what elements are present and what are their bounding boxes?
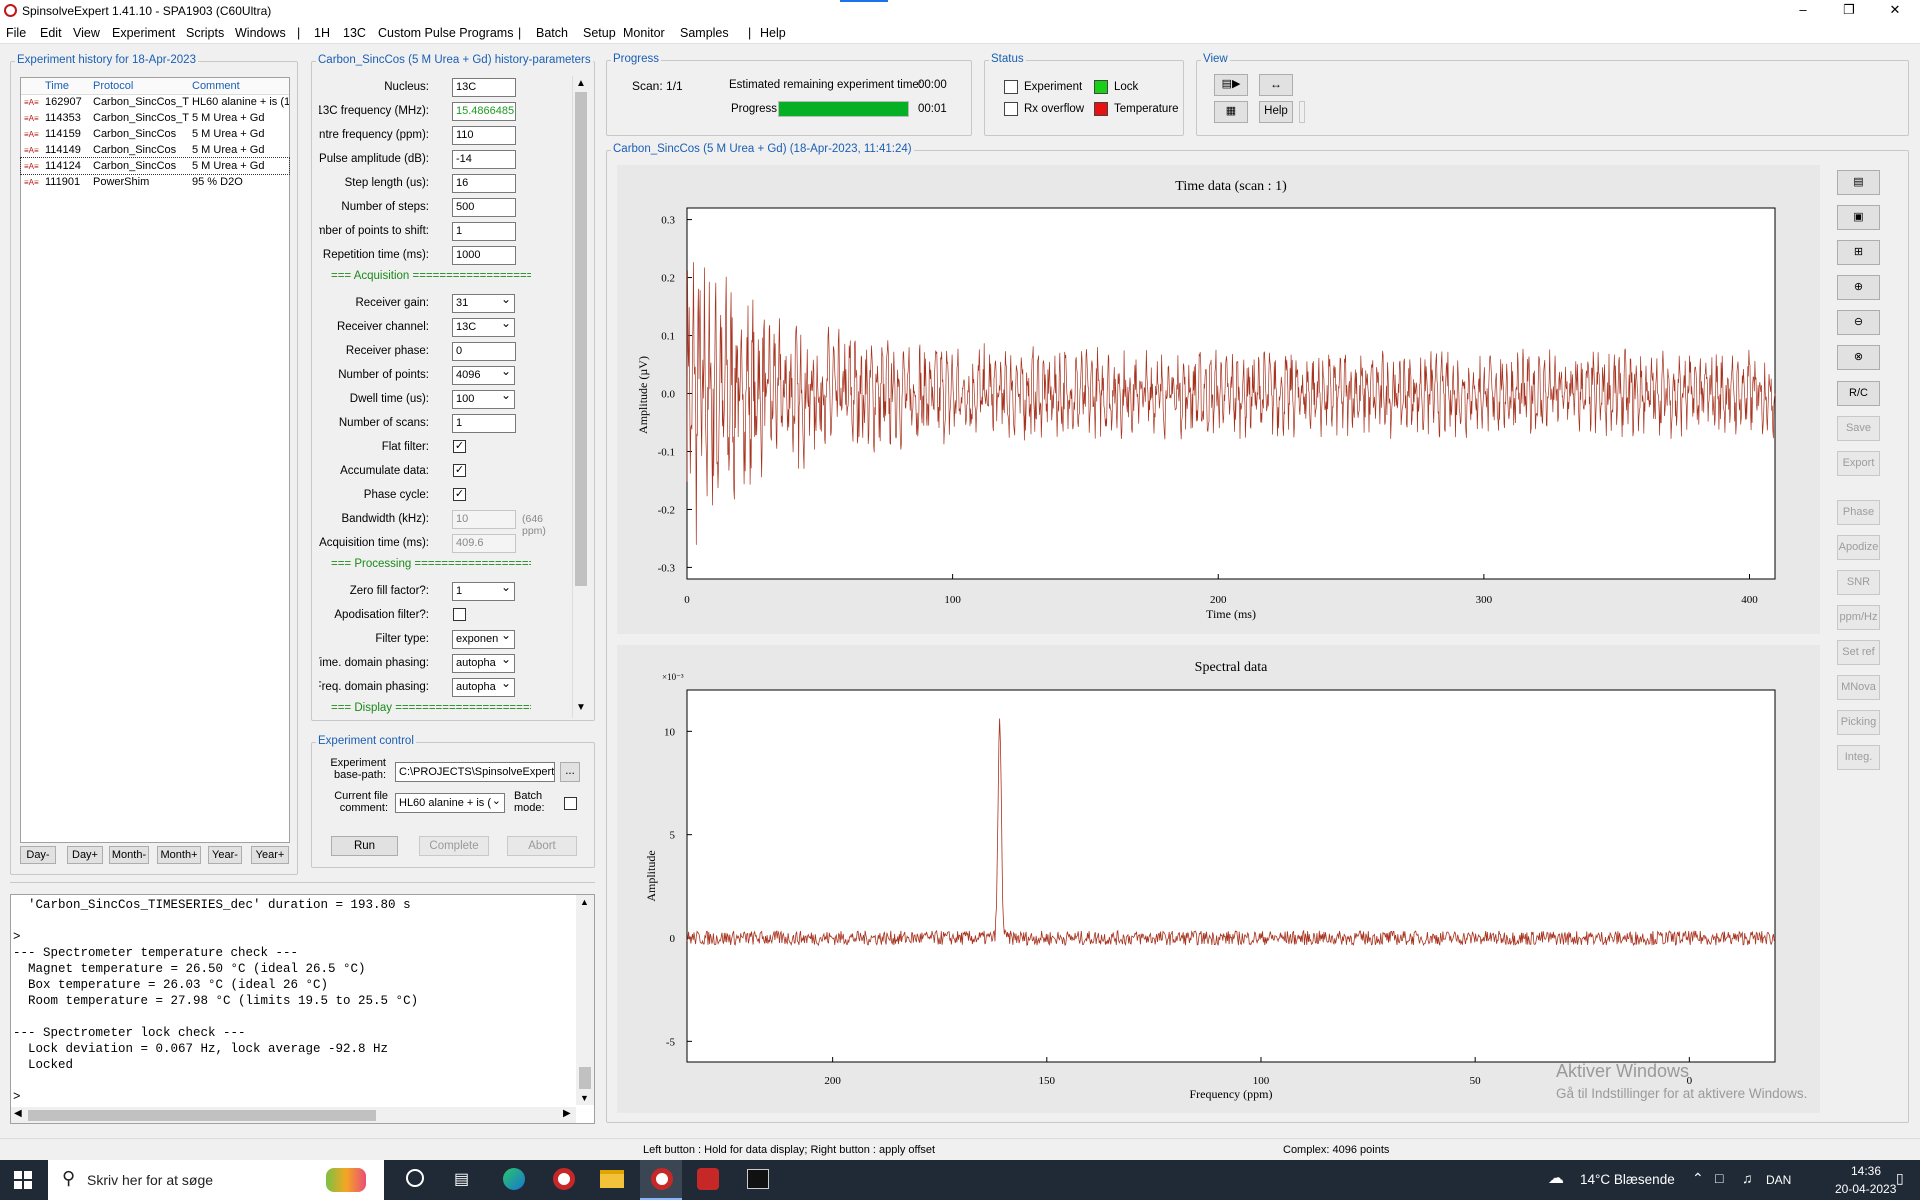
weather-icon: ☁ bbox=[1548, 1170, 1564, 1187]
zoom-in-icon[interactable]: ⊕ bbox=[1837, 275, 1880, 300]
notification-icon[interactable]: ▯ bbox=[1896, 1170, 1904, 1187]
tool-picking-button[interactable]: Picking bbox=[1837, 710, 1880, 735]
tool-mnova-button[interactable]: MNova bbox=[1837, 675, 1880, 700]
time-xtick-label: 100 bbox=[944, 594, 961, 606]
time-plot-title: Time data (scan : 1) bbox=[1175, 179, 1287, 194]
activation-watermark-text: Gå til Indstillinger for at aktivere Win… bbox=[1556, 1086, 1808, 1101]
clock-time[interactable]: 14:36 bbox=[1851, 1164, 1881, 1178]
app-icon-1[interactable] bbox=[553, 1168, 575, 1190]
search-highlight-icon bbox=[326, 1168, 366, 1192]
taskbar-search[interactable]: ⚲ Skriv her for at søge bbox=[48, 1160, 384, 1200]
spinsolve-glyph-icon bbox=[651, 1168, 673, 1190]
windows-start-icon[interactable] bbox=[14, 1171, 32, 1189]
status-points: Complex: 4096 points bbox=[1283, 1144, 1390, 1156]
tool-snr-button[interactable]: SNR bbox=[1837, 570, 1880, 595]
task-view-icon[interactable]: ▤ bbox=[454, 1169, 469, 1189]
tool-integ-button[interactable]: Integ. bbox=[1837, 745, 1880, 770]
spectrum-plot-frame bbox=[686, 689, 1776, 1063]
time-ytick-label: -0.2 bbox=[658, 504, 675, 516]
time-xtick-label: 400 bbox=[1741, 594, 1758, 606]
time-ytick-label: 0.0 bbox=[661, 389, 675, 401]
spectrum-ytick-label: 5 bbox=[670, 830, 676, 842]
spectrum-xtick-label: 100 bbox=[1253, 1075, 1270, 1087]
spectrum-plot-ylabel: Amplitude bbox=[644, 850, 658, 901]
spectrum-xtick-label: 200 bbox=[824, 1075, 841, 1087]
file-explorer-icon[interactable] bbox=[600, 1170, 624, 1188]
search-placeholder: Skriv her for at søge bbox=[87, 1172, 214, 1188]
tool-phase-button[interactable]: Phase bbox=[1837, 500, 1880, 525]
tool-ppm-hz-button[interactable]: ppm/Hz bbox=[1837, 605, 1880, 630]
tool-apodize-button[interactable]: Apodize bbox=[1837, 535, 1880, 560]
window-icon[interactable]: ▣ bbox=[1837, 205, 1880, 230]
time-plot-xlabel: Time (ms) bbox=[1206, 607, 1256, 621]
time-plot-frame bbox=[686, 207, 1776, 580]
weather-text[interactable]: 14°C Blæsende bbox=[1580, 1172, 1675, 1187]
spectrum-plot-xlabel: Frequency (ppm) bbox=[1190, 1087, 1273, 1101]
search-icon: ⚲ bbox=[62, 1168, 76, 1188]
fit-icon[interactable]: ⊞ bbox=[1837, 240, 1880, 265]
zoom-out-icon[interactable]: ⊖ bbox=[1837, 310, 1880, 335]
spectrum-plot-title: Spectral data bbox=[1195, 660, 1268, 675]
network-icon[interactable]: □ bbox=[1715, 1170, 1723, 1186]
spectrum-ytick-label: 0 bbox=[670, 933, 676, 945]
spectrum-ytick-label: 10 bbox=[664, 726, 676, 738]
time-ytick-label: 0.3 bbox=[661, 215, 675, 227]
spectrum-xtick-label: 50 bbox=[1470, 1075, 1482, 1087]
status-hint: Left button : Hold for data display; Rig… bbox=[643, 1144, 936, 1156]
spectrum-xtick-label: 150 bbox=[1039, 1075, 1056, 1087]
cortana-icon[interactable] bbox=[406, 1169, 424, 1187]
time-ytick-label: 0.1 bbox=[661, 331, 675, 343]
terminal-icon[interactable] bbox=[747, 1169, 769, 1189]
time-ytick-label: -0.3 bbox=[658, 562, 676, 574]
status-bar bbox=[0, 1138, 1920, 1160]
time-plot-ylabel: Amplitude (µV) bbox=[636, 356, 650, 434]
time-xtick-label: 300 bbox=[1476, 594, 1493, 606]
tool-r-c-button[interactable]: R/C bbox=[1837, 381, 1880, 406]
edge-icon[interactable] bbox=[503, 1168, 525, 1190]
time-ytick-label: 0.2 bbox=[661, 273, 675, 285]
mnova-icon[interactable] bbox=[697, 1168, 719, 1190]
spectrum-yscale: ×10⁻³ bbox=[662, 672, 684, 682]
time-xtick-label: 0 bbox=[684, 594, 690, 606]
time-xtick-label: 200 bbox=[1210, 594, 1227, 606]
time-ytick-label: -0.1 bbox=[658, 446, 675, 458]
tool-set-ref-button[interactable]: Set ref bbox=[1837, 640, 1880, 665]
activation-watermark-title: Aktiver Windows bbox=[1556, 1061, 1690, 1081]
tool-save-button[interactable]: Save bbox=[1837, 416, 1880, 441]
volume-icon[interactable]: ♫ bbox=[1742, 1170, 1753, 1186]
taskbar: ⚲ Skriv her for at søge ▤ ☁ 14°C Blæsend… bbox=[0, 1160, 1920, 1200]
zoom-reset-icon[interactable]: ⊗ bbox=[1837, 345, 1880, 370]
language-indicator[interactable]: DAN bbox=[1766, 1173, 1791, 1187]
tray-chevron-icon[interactable]: ⌃ bbox=[1692, 1170, 1704, 1187]
clock-date[interactable]: 20-04-2023 bbox=[1835, 1182, 1896, 1196]
tool-export-button[interactable]: Export bbox=[1837, 451, 1880, 476]
table-icon[interactable]: ▤ bbox=[1837, 170, 1880, 195]
spectrum-ytick-label: -5 bbox=[666, 1036, 676, 1048]
plots-svg[interactable]: Time data (scan : 1) Time (ms) Amplitude (… bbox=[0, 0, 1920, 1200]
